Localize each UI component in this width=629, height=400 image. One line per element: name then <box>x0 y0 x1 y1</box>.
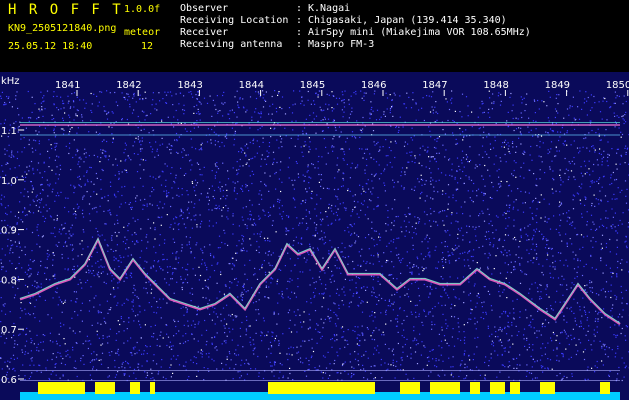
y-tick-label: 0.6 <box>1 375 17 386</box>
meteor-count: 12 <box>141 41 154 52</box>
receiver-value: AirSpy mini (Miakejima VOR 108.65MHz) <box>308 27 531 38</box>
x-tick-label: 1843 <box>177 80 202 91</box>
spectrogram: 1841 1842 1843 1844 1845 1846 1847 1848 1849 1850… <box>0 72 629 400</box>
meteor-label: meteor <box>124 27 161 38</box>
y-tick-label: 0.9 <box>1 226 17 237</box>
y-tick-label: 0.8 <box>1 275 17 286</box>
header-panel: H R O F F T 1.0.0f KN9_2505121840.png me… <box>0 0 629 72</box>
datetime-label: 25.05.12 18:40 <box>8 41 93 52</box>
app-title: H R O F F T <box>8 2 123 18</box>
x-tick-label: 1849 <box>545 80 570 91</box>
location-value: Chigasaki, Japan (139.414 35.340) <box>308 15 507 26</box>
location-label: Receiving Location <box>180 15 289 26</box>
version-label: 1.0.0f <box>124 4 161 15</box>
x-tick-label: 1848 <box>483 80 508 91</box>
antenna-label: Receiving antenna <box>180 39 283 50</box>
antenna-value: Maspro FM-3 <box>308 39 375 50</box>
receiver-sep: : <box>296 27 303 38</box>
x-tick-label: 1842 <box>116 80 141 91</box>
filename-label: KN9_2505121840.png <box>8 23 117 34</box>
y-tick-label: 1.0 <box>1 176 17 187</box>
x-tick-label: 1847 <box>422 80 447 91</box>
x-tick-label: 1841 <box>55 80 80 91</box>
x-tick-label: 1846 <box>361 80 386 91</box>
y-axis-unit: kHz <box>1 76 20 87</box>
y-tick-label: 1.1 <box>1 126 17 137</box>
y-tick-label: 0.7 <box>1 325 17 336</box>
x-tick-label: 1845 <box>300 80 325 91</box>
receiver-label: Receiver <box>180 27 229 38</box>
observer-value: K.Nagai <box>308 3 351 14</box>
location-sep: : <box>296 15 303 26</box>
x-tick-label: 1844 <box>239 80 264 91</box>
observer-sep: : <box>296 3 303 14</box>
observer-label: Observer <box>180 3 229 14</box>
x-tick-label: 1850 <box>606 80 629 91</box>
antenna-sep: : <box>296 39 303 50</box>
